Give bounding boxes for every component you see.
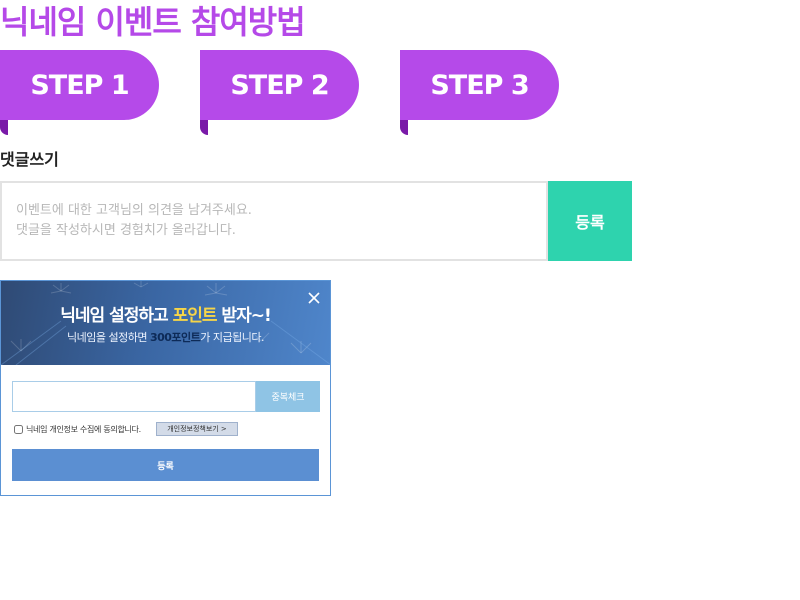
agree-checkbox[interactable] xyxy=(14,424,23,434)
step-1: STEP 1 xyxy=(0,50,159,135)
page-title: 닉네임 이벤트 참여방법 xyxy=(0,3,306,41)
comment-box xyxy=(0,181,548,261)
close-button[interactable] xyxy=(304,288,324,308)
popup-header: 닉네임 설정하고 포인트 받자~! 닉네임을 설정하면 300포인트가 지급됩니… xyxy=(1,281,330,365)
popup-subtitle: 닉네임을 설정하면 300포인트가 지급됩니다. xyxy=(1,329,330,345)
popup-submit-button[interactable]: 등록 xyxy=(12,449,319,481)
step-3-ribbon-fold xyxy=(400,120,408,135)
step-2-label: STEP 2 xyxy=(200,50,359,120)
close-icon xyxy=(308,292,320,304)
popup-title-highlight: 포인트 xyxy=(172,306,218,326)
step-3-label: STEP 3 xyxy=(400,50,559,120)
agree-row: 닉네임 개인정보 수집에 동의합니다. xyxy=(14,422,141,436)
nickname-input[interactable] xyxy=(12,381,256,412)
step-3: STEP 3 xyxy=(400,50,559,135)
comment-section-label: 댓글쓰기 xyxy=(0,150,59,169)
comment-submit-button[interactable]: 등록 xyxy=(548,181,632,261)
step-2: STEP 2 xyxy=(200,50,359,135)
popup-sub-part-2: 가 지급됩니다. xyxy=(200,331,264,344)
step-1-ribbon-fold xyxy=(0,120,8,135)
popup-title-part-1: 닉네임 설정하고 xyxy=(60,306,173,326)
popup-title-part-2: 받자~! xyxy=(216,306,271,326)
nickname-popup: 닉네임 설정하고 포인트 받자~! 닉네임을 설정하면 300포인트가 지급됩니… xyxy=(0,280,331,496)
step-2-ribbon-fold xyxy=(200,120,208,135)
privacy-policy-button[interactable]: 개인정보정책보기 > xyxy=(156,422,238,436)
agree-label: 닉네임 개인정보 수집에 동의합니다. xyxy=(26,424,141,434)
popup-sub-part-1: 닉네임을 설정하면 xyxy=(67,331,150,344)
popup-sub-points: 300포인트 xyxy=(149,331,201,344)
step-1-label: STEP 1 xyxy=(0,50,159,120)
popup-title: 닉네임 설정하고 포인트 받자~! xyxy=(1,301,330,326)
comment-textarea[interactable] xyxy=(2,183,546,259)
duplicate-check-button[interactable]: 중복체크 xyxy=(256,381,320,412)
